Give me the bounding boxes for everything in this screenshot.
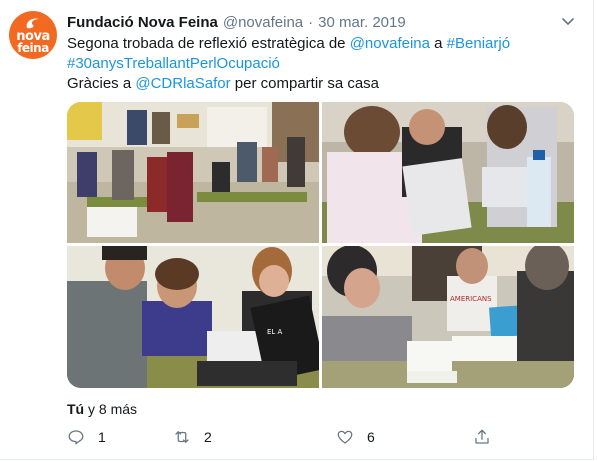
tweet-text: Segona trobada de reflexió estratègica d… [67, 34, 572, 94]
heart-icon [337, 430, 353, 444]
liked-by-others: y 8 más [84, 401, 138, 417]
reply-button[interactable]: 1 [67, 427, 106, 447]
tweet-text-segment: Gràcies a [67, 75, 136, 92]
hashtag-link[interactable]: #Beniarjó [447, 35, 510, 52]
shirt-print: AMERICANS [450, 295, 492, 303]
tweet-text-line: #30anysTreballantPerlOcupació [67, 54, 572, 74]
retweet-icon [175, 431, 189, 443]
nova-feina-logo-icon [26, 18, 39, 29]
reply-icon [68, 430, 84, 445]
author-handle[interactable]: @novafeina [223, 14, 303, 31]
author-avatar[interactable]: nova feina [9, 11, 57, 59]
tweet-text-line: Gràcies a @CDRlaSafor per compartir sa c… [67, 74, 572, 94]
tweet-card[interactable]: nova feina Fundació Nova Feina @novafein… [0, 0, 594, 460]
mention-link[interactable]: @novafeina [350, 35, 430, 52]
tweet-date[interactable]: 30 mar. 2019 [318, 14, 406, 31]
tweet-text-segment: Segona trobada de reflexió estratègica d… [67, 35, 350, 52]
photo-women-laptop[interactable] [322, 102, 574, 243]
share-button[interactable] [473, 427, 491, 447]
avatar-text-feina: feina [17, 41, 49, 55]
tweet-header: Fundació Nova Feina @novafeina · 30 mar.… [67, 13, 406, 31]
like-button[interactable]: 6 [336, 427, 375, 447]
tweet-media-grid[interactable]: EL A AMERICANS [67, 102, 574, 388]
tweet-text-segment: per compartir sa casa [230, 75, 380, 92]
chevron-down-icon[interactable] [560, 13, 576, 29]
like-count: 6 [367, 429, 375, 445]
photo-two-men-papers[interactable]: AMERICANS [322, 246, 574, 388]
share-icon [475, 429, 489, 444]
liked-by-summary[interactable]: Tú y 8 más [67, 401, 137, 417]
hashtag-link[interactable]: #30anysTreballantPerlOcupació [67, 55, 280, 72]
tweet-text-segment: a [429, 35, 447, 52]
photo-three-people-laptop[interactable]: EL A [67, 246, 319, 388]
retweet-count: 2 [204, 429, 212, 445]
author-name[interactable]: Fundació Nova Feina [67, 14, 218, 31]
liked-by-you: Tú [67, 401, 85, 417]
reply-count: 1 [98, 429, 106, 445]
retweet-button[interactable]: 2 [173, 427, 212, 447]
mention-link[interactable]: @CDRlaSafor [135, 75, 230, 92]
header-separator: · [308, 13, 314, 31]
photo-classroom[interactable] [67, 102, 319, 243]
tweet-text-line: Segona trobada de reflexió estratègica d… [67, 34, 572, 54]
shirt-print: EL A [267, 328, 283, 336]
tweet-actions: 1 2 6 [67, 427, 507, 447]
